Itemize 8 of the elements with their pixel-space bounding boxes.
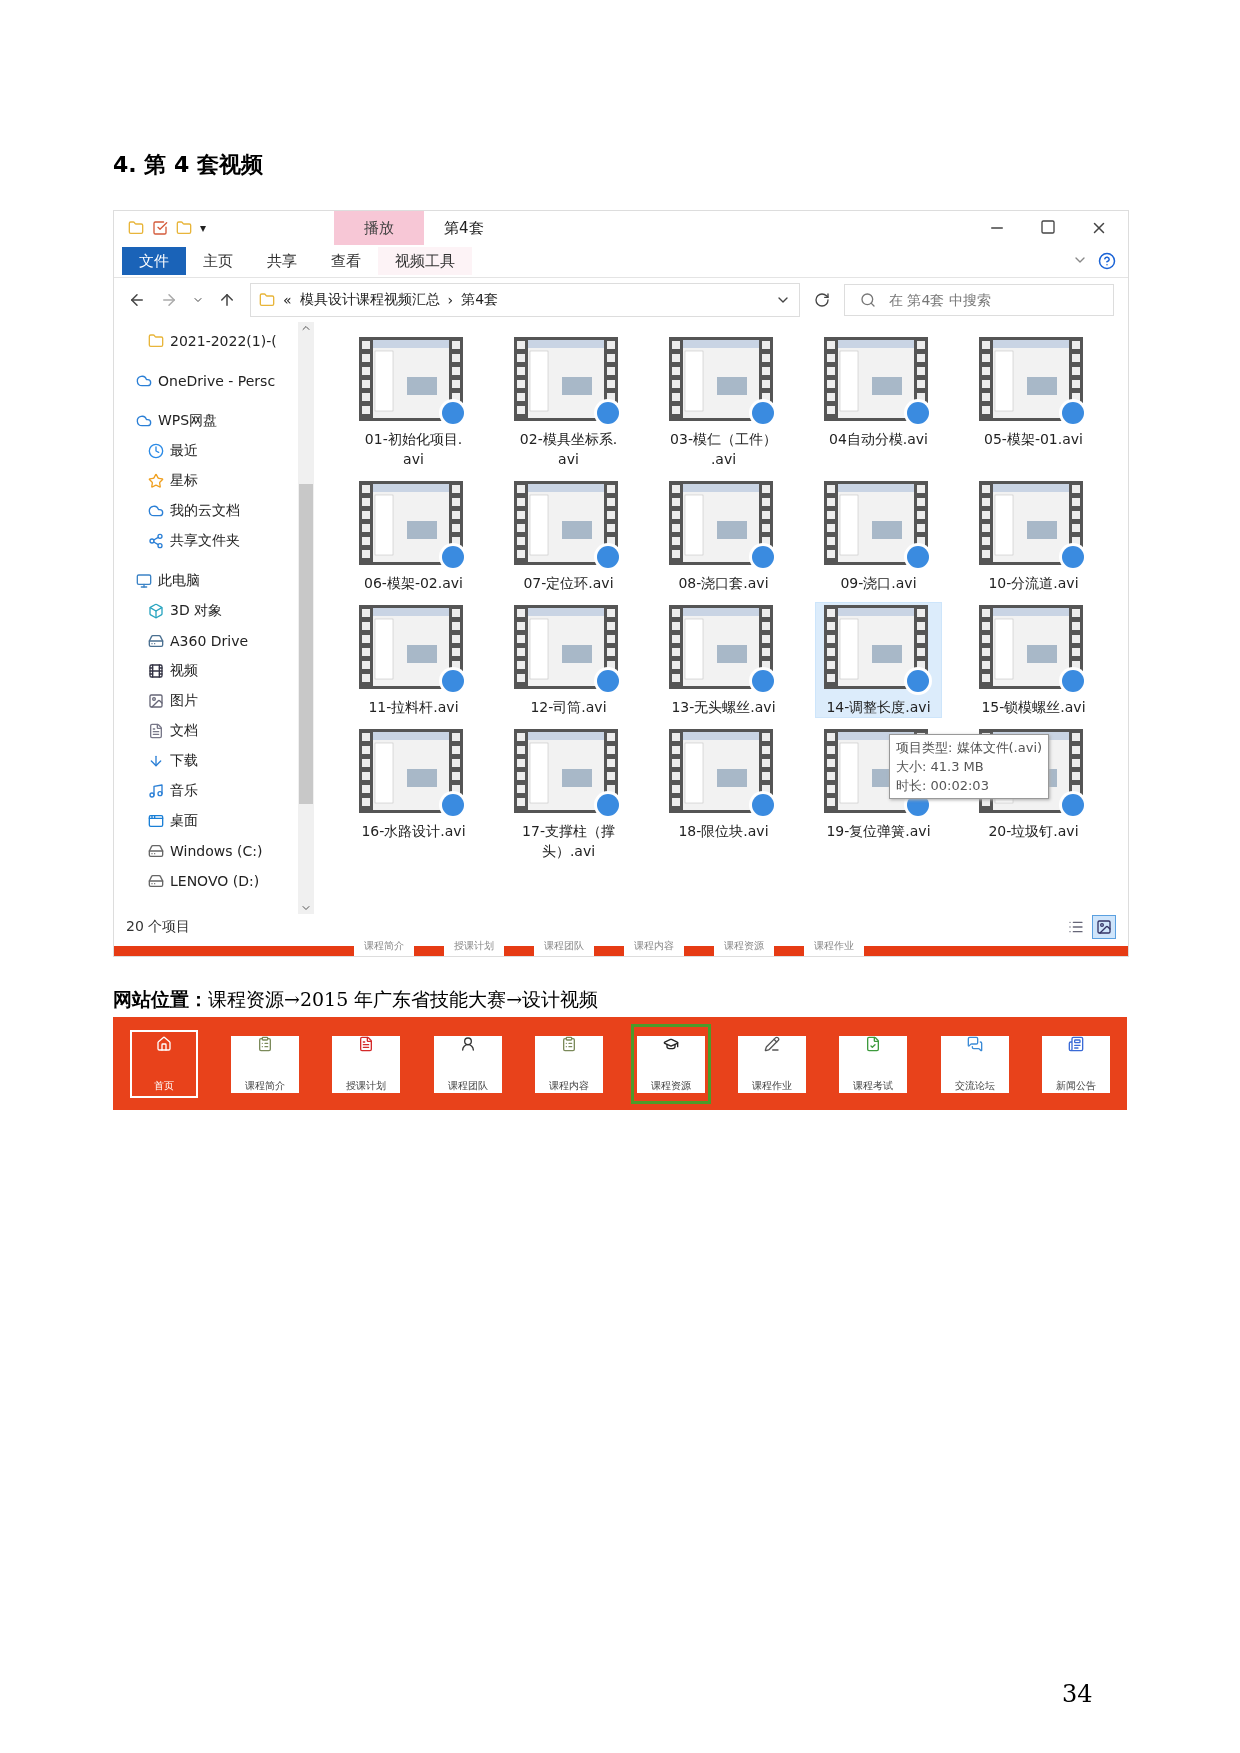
item-count: 20 个项目 [126,918,191,936]
background-nav-strip: 课程简介 授课计划 课程团队 课程内容 课程资源 课程作业 [114,940,1128,956]
page-number: 34 [1062,1680,1093,1708]
website-location-text: 网站位置：课程资源→2015 年广东省技能大赛→设计视频 [113,987,600,1012]
context-tab-group: 播放 [334,211,425,245]
section-heading: 4. 第 4 套视频 [113,151,264,179]
tooltip: 项目类型: 媒体文件(.avi) 大小: 41.3 MB 时长: 00:02:03 [889,734,1050,799]
window-title: 第4套 [444,218,484,238]
